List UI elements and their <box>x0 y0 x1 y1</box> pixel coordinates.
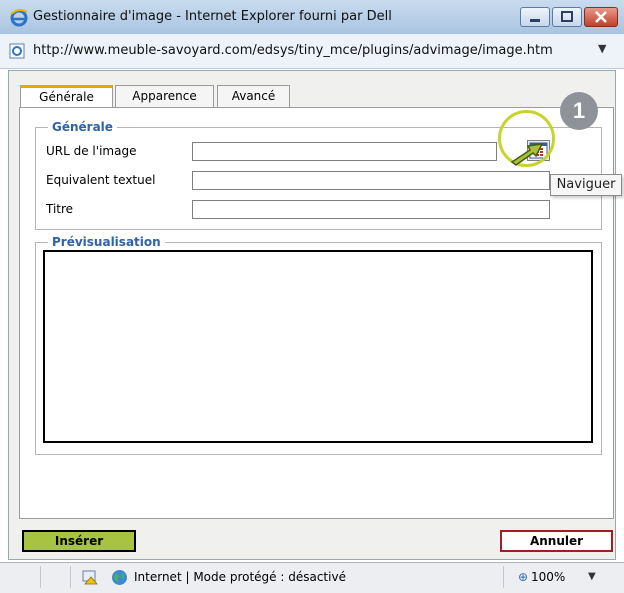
insert-button[interactable]: Insérer <box>22 530 136 552</box>
tab-advanced[interactable]: Avancé <box>217 85 290 107</box>
address-url[interactable]: http://www.meuble-savoyard.com/edsys/tin… <box>33 43 553 58</box>
pointer-arrow-icon <box>510 143 544 166</box>
preview-area <box>43 250 593 443</box>
protected-mode-icon[interactable] <box>82 569 98 585</box>
page-icon <box>9 43 25 59</box>
cancel-button[interactable]: Annuler <box>500 530 613 552</box>
security-zone-text: Internet | Mode protégé : désactivé <box>134 570 346 584</box>
zoom-level[interactable]: 100% <box>531 570 565 584</box>
preview-legend: Prévisualisation <box>48 235 165 249</box>
general-legend: Générale <box>48 120 117 134</box>
url-input[interactable] <box>192 142 497 161</box>
url-label: URL de l'image <box>46 144 137 158</box>
zoom-dropdown-icon[interactable]: ▼ <box>588 571 596 582</box>
tab-appearance[interactable]: Apparence <box>115 85 214 107</box>
close-icon <box>595 11 607 23</box>
alt-text-label: Equivalent textuel <box>46 173 156 187</box>
maximize-icon <box>561 11 573 22</box>
browse-tooltip: Naviguer <box>550 174 622 196</box>
window-title: Gestionnaire d'image - Internet Explorer… <box>33 9 392 24</box>
globe-icon <box>112 570 127 585</box>
status-separator <box>40 566 41 588</box>
address-dropdown-icon[interactable]: ▼ <box>598 42 606 55</box>
zoom-icon[interactable]: ⊕ <box>518 570 528 584</box>
tab-general[interactable]: Générale <box>20 85 113 109</box>
minimize-icon <box>530 19 540 22</box>
alt-text-input[interactable] <box>192 171 550 190</box>
minimize-button[interactable] <box>520 7 550 27</box>
title-input[interactable] <box>192 200 550 219</box>
status-separator <box>503 566 504 588</box>
ie-logo-icon <box>10 9 28 27</box>
step-badge: 1 <box>560 92 598 130</box>
maximize-button[interactable] <box>552 7 582 27</box>
title-label: Titre <box>46 202 74 216</box>
status-separator <box>70 566 71 588</box>
close-button[interactable] <box>584 7 618 27</box>
